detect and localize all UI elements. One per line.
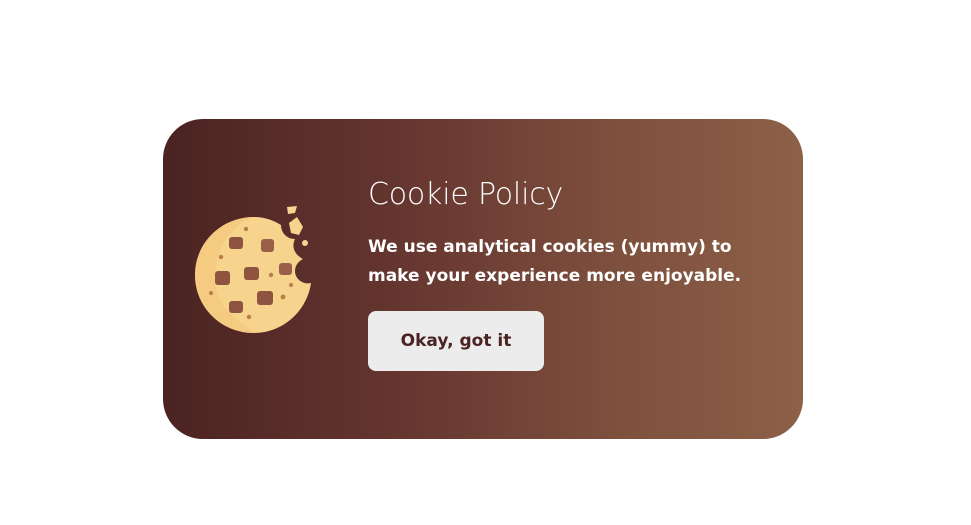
cookie-banner: Cookie Policy We use analytical cookies … xyxy=(163,119,803,439)
banner-message: We use analytical cookies (yummy) to mak… xyxy=(368,237,742,286)
accept-cookies-button[interactable]: Okay, got it xyxy=(368,311,544,371)
banner-title: Cookie Policy xyxy=(368,177,564,212)
cookie-icon xyxy=(195,206,311,333)
cookie-content: Cookie Policy We use analytical cookies … xyxy=(368,175,788,371)
